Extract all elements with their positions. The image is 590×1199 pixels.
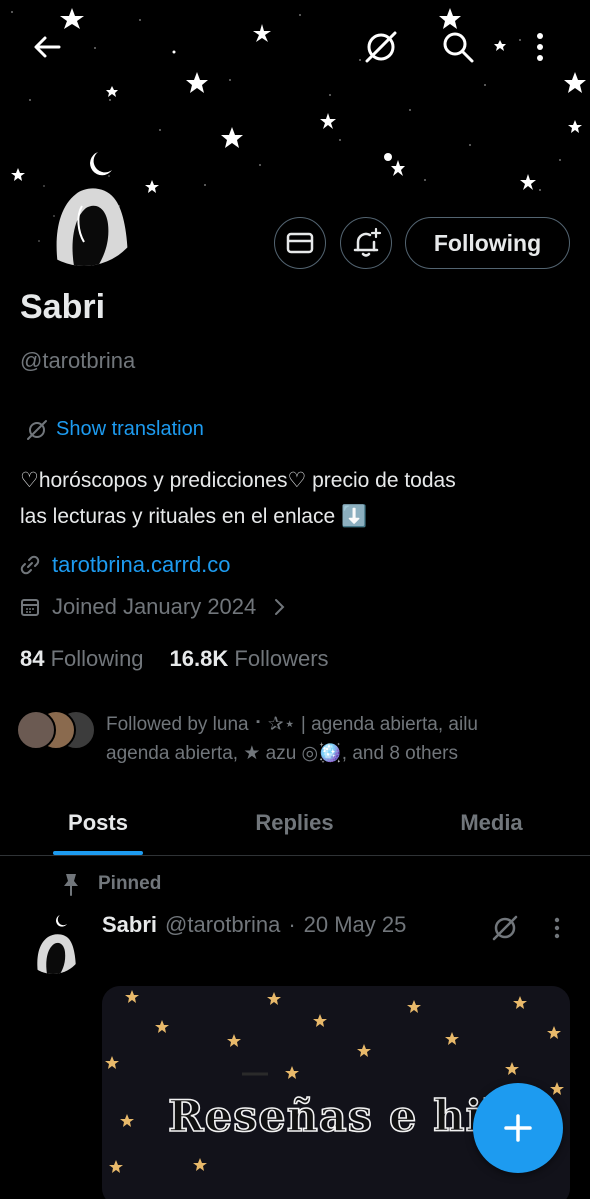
show-translation-label: Show translation [56,418,204,440]
followers-count: 16.8K [169,646,229,671]
bio-line: ♡horóscopos y predicciones♡ precio de to… [20,469,456,492]
post-author-avatar[interactable] [22,912,84,974]
followed-by-line: Followed by luna ⠂✰⋆ | agenda abierta, a… [106,714,478,735]
followed-by-text: Followed by luna ⠂✰⋆ | agenda abierta, a… [106,710,546,768]
following-button[interactable]: Following [405,217,570,269]
mail-icon [286,232,314,254]
search-icon [443,32,474,63]
avatar [16,710,56,750]
tab-label: Media [460,809,523,835]
joined-date-row[interactable]: Joined January 2024 [20,594,286,620]
profile-avatar[interactable] [20,142,148,270]
followers-stat[interactable]: 16.8K Followers [170,646,329,672]
followed-by-avatars [16,710,96,752]
compose-post-button[interactable] [473,1083,563,1173]
profile-name: Sabri [20,288,106,326]
profile-website[interactable]: tarotbrina.carrd.co [20,552,231,578]
message-button[interactable] [274,217,326,269]
plus-icon [504,1114,532,1142]
post-date[interactable]: 20 May 25 [304,912,407,938]
show-translation-link[interactable]: Show translation [26,418,204,441]
more-vertical-icon [554,917,560,939]
more-vertical-icon [537,33,543,61]
avatar-illustration [22,912,84,974]
pinned-label: Pinned [98,873,162,894]
joined-date: Joined January 2024 [52,594,257,619]
tab-replies[interactable]: Replies [196,790,393,855]
back-button[interactable] [24,24,70,70]
post-grok-button[interactable] [482,905,528,951]
website-link[interactable]: tarotbrina.carrd.co [52,552,231,578]
post-author-name[interactable]: Sabri [102,912,157,938]
tab-label: Replies [255,809,334,835]
profile-bio: ♡horóscopos y predicciones♡ precio de to… [20,463,560,535]
post-author-handle[interactable]: @tarotbrina [165,912,280,938]
grok-icon [492,915,518,941]
pin-icon [64,874,78,896]
notifications-button[interactable] [340,217,392,269]
followed-by-line: agenda abierta, ★ azu ◎🪩, and 8 others [106,743,458,764]
grok-icon [365,31,397,63]
bio-line: las lecturas y rituales en el enlace ⬇️ [20,505,368,528]
post-more-button[interactable] [534,905,580,951]
following-stat[interactable]: 84 Following [20,646,144,672]
post-separator: · [288,912,296,937]
followers-label: Followers [234,646,329,671]
follow-stats: 84 Following 16.8K Followers [20,646,329,672]
profile-handle: @tarotbrina [20,348,136,373]
profile-tabs: Posts Replies Media [0,790,590,856]
search-button[interactable] [435,24,481,70]
tab-posts[interactable]: Posts [0,790,196,855]
calendar-icon [21,599,39,616]
more-options-button[interactable] [517,24,563,70]
bell-plus-icon [353,227,382,257]
active-tab-indicator [53,851,143,855]
avatar-illustration [24,146,144,266]
back-arrow-icon [34,36,61,58]
tab-label: Posts [68,809,128,835]
followed-by-row[interactable]: Followed by luna ⠂✰⋆ | agenda abierta, a… [16,710,546,768]
chevron-right-icon [275,599,285,615]
following-count: 84 [20,646,45,671]
pinned-indicator: Pinned [62,872,161,896]
link-icon [20,555,40,575]
grok-icon [27,419,47,440]
following-label: Following [50,646,144,671]
tab-media[interactable]: Media [393,790,590,855]
grok-button[interactable] [358,24,404,70]
post-header: Sabri @tarotbrina · 20 May 25 [102,912,406,938]
